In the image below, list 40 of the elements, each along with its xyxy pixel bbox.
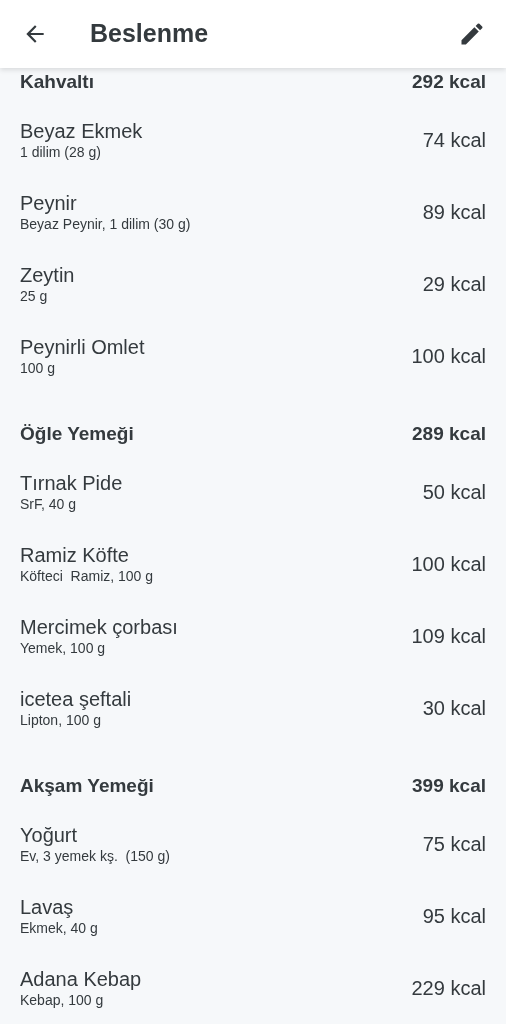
food-name: Lavaş [20,895,75,919]
meal-title: Akşam Yemeği [20,773,154,798]
food-name: Zeytin [20,263,75,287]
food-name: Adana Kebap [20,967,142,991]
food-detail: Yemek, 100 g [20,639,107,657]
food-name: Beyaz Ekmek [20,119,143,143]
meal-total: 399 kcal [412,773,486,798]
food-detail: 100 g [20,359,57,377]
food-calories: 74 kcal [422,128,486,153]
food-calories: 89 kcal [422,200,486,225]
food-name: Tırnak Pide [20,471,123,495]
food-name: Ramiz Köfte [20,543,130,567]
food-detail: 25 g [20,287,49,305]
food-detail: 1 dilim (28 g) [20,143,102,161]
food-calories: 29 kcal [422,272,486,297]
food-calories: 95 kcal [422,904,486,929]
food-calories: 30 kcal [422,696,486,721]
food-calories: 50 kcal [422,480,486,505]
food-detail: Beyaz Peynir, 1 dilim (30 g) [20,215,191,233]
food-detail: Ev, 3 yemek kş. (150 g) [20,847,170,865]
food-detail: Kebap, 100 g [20,991,105,1009]
food-detail: Lipton, 100 g [20,711,102,729]
food-calories: 229 kcal [411,976,486,1001]
food-calories: 109 kcal [411,624,486,649]
food-calories: 100 kcal [411,552,486,577]
food-name: Mercimek çorbası [20,615,178,639]
food-detail: Köfteci Ramiz, 100 g [20,567,154,585]
meal-title: Öğle Yemeği [20,421,134,446]
food-name: icetea şeftali [20,687,132,711]
food-name: Peynirli Omlet [20,335,145,359]
food-calories: 100 kcal [411,344,486,369]
food-name: Peynir [20,191,78,215]
food-calories: 75 kcal [422,832,486,857]
food-detail: Ekmek, 40 g [20,919,98,937]
screen-title: Beslenme [90,18,209,50]
food-name: Yoğurt [20,823,79,847]
meal-total: 292 kcal [412,69,486,94]
food-detail: SrF, 40 g [20,495,78,513]
meal-title: Kahvaltı [20,69,94,94]
meal-total: 289 kcal [412,421,486,446]
